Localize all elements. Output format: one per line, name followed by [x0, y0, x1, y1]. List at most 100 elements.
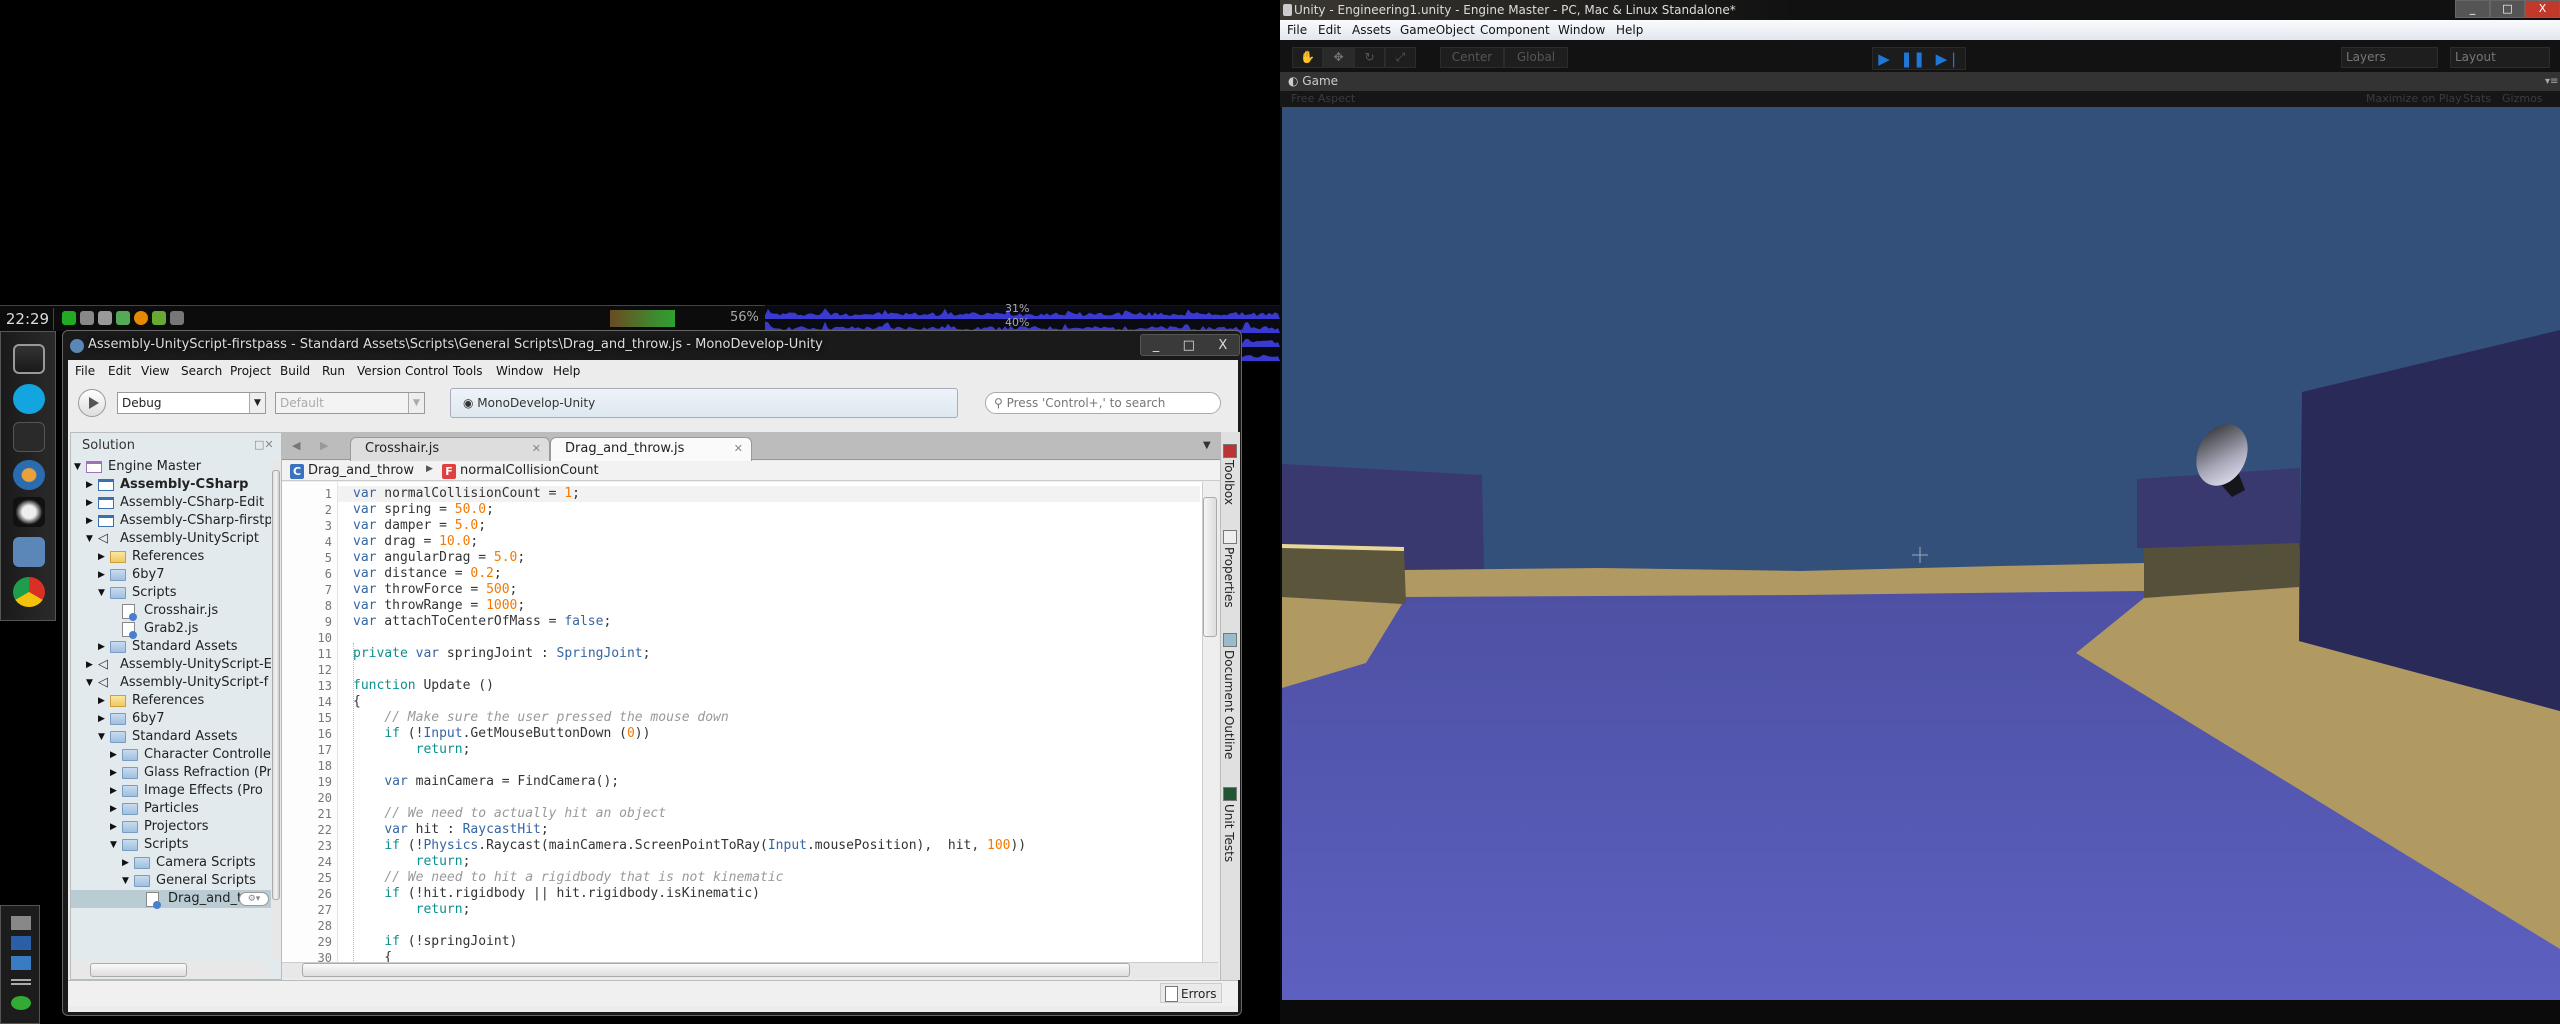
desktop-icon[interactable] [11, 956, 31, 970]
menu-file[interactable]: File [75, 364, 95, 378]
tree-item[interactable]: ▶ Character Controlle [71, 746, 271, 764]
collapsed-arrow-icon[interactable]: ▶ [86, 476, 93, 494]
volume-icon[interactable] [80, 311, 94, 325]
code-line[interactable]: var mainCamera = FindCamera(); [353, 774, 619, 790]
editor-hscroll-thumb[interactable] [302, 963, 1130, 977]
code-line[interactable]: var angularDrag = 5.0; [353, 550, 525, 566]
tab-game[interactable]: ◐ Game [1288, 74, 1338, 88]
menu-help[interactable]: Help [1616, 23, 1643, 37]
minimize-button[interactable]: _ [1153, 338, 1160, 353]
tree-item[interactable]: ▶ 6by7 [71, 566, 271, 584]
close-button[interactable]: X [1218, 338, 1227, 353]
tree-scroll-thumb[interactable] [272, 470, 280, 900]
pad-document-outline[interactable]: Document Outline [1222, 650, 1236, 759]
tree-item[interactable]: ▶ Camera Scripts [71, 854, 271, 872]
code-line[interactable]: function Update () [353, 678, 494, 694]
tree-item[interactable]: ▶ Standard Assets [71, 638, 271, 656]
code-line[interactable]: // We need to hit a rigidbody that is no… [353, 870, 783, 886]
pad-properties[interactable]: Properties [1222, 547, 1236, 608]
menu-assets[interactable]: Assets [1352, 23, 1391, 37]
code-line[interactable]: if (!Input.GetMouseButtonDown (0)) [353, 726, 650, 742]
code-line[interactable]: if (!springJoint) [353, 934, 517, 950]
collapsed-arrow-icon[interactable]: ▶ [110, 818, 117, 836]
tree-item[interactable]: Drag_and_t ⚙▾ [71, 890, 271, 909]
monodevelop-icon[interactable] [13, 537, 45, 567]
menu-edit[interactable]: Edit [1318, 23, 1341, 37]
code-line[interactable]: { [353, 694, 361, 710]
steam-icon[interactable] [13, 422, 45, 452]
menu-icon[interactable] [11, 979, 31, 985]
code-line[interactable]: var throwRange = 1000; [353, 598, 525, 614]
code-line[interactable]: return; [353, 854, 471, 870]
collapsed-arrow-icon[interactable]: ▶ [98, 638, 105, 656]
monitor-icon[interactable] [11, 936, 31, 950]
code-line[interactable]: return; [353, 742, 471, 758]
chrome-icon[interactable] [13, 577, 45, 607]
collapsed-arrow-icon[interactable]: ▶ [110, 782, 117, 800]
tree-item[interactable]: ▼ Scripts [71, 584, 271, 602]
tree-item[interactable]: ▶ Glass Refraction (Pr [71, 764, 272, 782]
code-line[interactable]: if (!hit.rigidbody || hit.rigidbody.isKi… [353, 886, 760, 902]
menu-gameobject[interactable]: GameObject [1400, 23, 1475, 37]
menu-window[interactable]: Window [496, 364, 543, 378]
expanded-arrow-icon[interactable]: ▼ [122, 872, 129, 890]
layout-dropdown[interactable]: Layout [2450, 47, 2550, 68]
expanded-arrow-icon[interactable]: ▼ [74, 458, 81, 476]
tree-item[interactable]: ▼ ◁ Assembly-UnityScript-f [71, 674, 271, 692]
tree-item[interactable]: Crosshair.js [71, 602, 271, 621]
search-input[interactable]: ⚲ Press 'Control+,' to search [985, 392, 1221, 414]
close-tab-icon[interactable]: ✕ [532, 438, 541, 460]
tree-item[interactable]: ▼ Scripts [71, 836, 271, 854]
code-line[interactable]: var damper = 5.0; [353, 518, 486, 534]
menu-view[interactable]: View [141, 364, 169, 378]
menu-component[interactable]: Component [1480, 23, 1550, 37]
collapsed-arrow-icon[interactable]: ▶ [86, 494, 93, 512]
compass-icon[interactable] [13, 460, 45, 490]
minimize-button[interactable]: _ [2455, 0, 2490, 18]
play-icon[interactable]: ▶ [1878, 50, 1890, 68]
maximize-button[interactable]: □ [2490, 0, 2525, 18]
collapsed-arrow-icon[interactable]: ▶ [110, 800, 117, 818]
tree-item[interactable]: ▶ Assembly-CSharp [71, 476, 271, 494]
rotate-tool-icon[interactable]: ↻ [1354, 47, 1385, 68]
nav-back-icon[interactable]: ◀ [292, 439, 300, 452]
menu-build[interactable]: Build [280, 364, 310, 378]
tree-hscroll-thumb[interactable] [90, 963, 187, 977]
game-view[interactable] [1282, 107, 2560, 1000]
tab-menu-icon[interactable]: ▾≡ [2545, 76, 2558, 87]
menu-help[interactable]: Help [553, 364, 580, 378]
menu-version-control[interactable]: Version Control [357, 364, 448, 378]
code-line[interactable]: var spring = 50.0; [353, 502, 494, 518]
maximize-on-play-toggle[interactable]: Maximize on Play [2366, 92, 2462, 105]
collapsed-arrow-icon[interactable]: ▶ [86, 656, 93, 674]
pad-controls[interactable]: □✕ [254, 438, 274, 451]
menu-run[interactable]: Run [322, 364, 345, 378]
collapsed-arrow-icon[interactable]: ▶ [98, 566, 105, 584]
collapsed-arrow-icon[interactable]: ▶ [98, 710, 105, 728]
collapsed-arrow-icon[interactable]: ▶ [98, 692, 105, 710]
close-tab-icon[interactable]: ✕ [734, 438, 743, 460]
tab-list-dropdown-icon[interactable]: ▼ [1203, 440, 1211, 451]
tree-item[interactable]: ▶ ◁ Assembly-UnityScript-E [71, 656, 272, 674]
expanded-arrow-icon[interactable]: ▼ [110, 836, 117, 854]
steam-tray-icon[interactable] [170, 311, 184, 325]
expanded-arrow-icon[interactable]: ▼ [98, 728, 105, 746]
breadcrumb-field[interactable]: normalCollisionCount [460, 463, 599, 478]
expanded-arrow-icon[interactable]: ▼ [86, 674, 93, 692]
tree-item[interactable]: ▶ Assembly-CSharp-Edit [71, 494, 271, 512]
menu-project[interactable]: Project [230, 364, 271, 378]
code-line[interactable]: var attachToCenterOfMass = false; [353, 614, 611, 630]
pause-icon[interactable]: ❚❚ [1900, 50, 1925, 68]
skype-icon[interactable] [13, 384, 45, 414]
maximize-button[interactable]: □ [1183, 338, 1195, 353]
menu-search[interactable]: Search [181, 364, 222, 378]
code-line[interactable]: var normalCollisionCount = 1; [353, 486, 580, 502]
close-button[interactable]: X [2525, 0, 2560, 18]
gear-icon[interactable]: ⚙▾ [239, 892, 269, 906]
tree-item[interactable]: ▶ Image Effects (Pro [71, 782, 271, 800]
unity-icon[interactable] [13, 497, 45, 527]
tree-item[interactable]: ▶ References [71, 548, 271, 566]
computer-icon[interactable] [11, 916, 31, 930]
system-monitor-icon[interactable] [13, 344, 45, 374]
collapsed-arrow-icon[interactable]: ▶ [122, 854, 129, 872]
